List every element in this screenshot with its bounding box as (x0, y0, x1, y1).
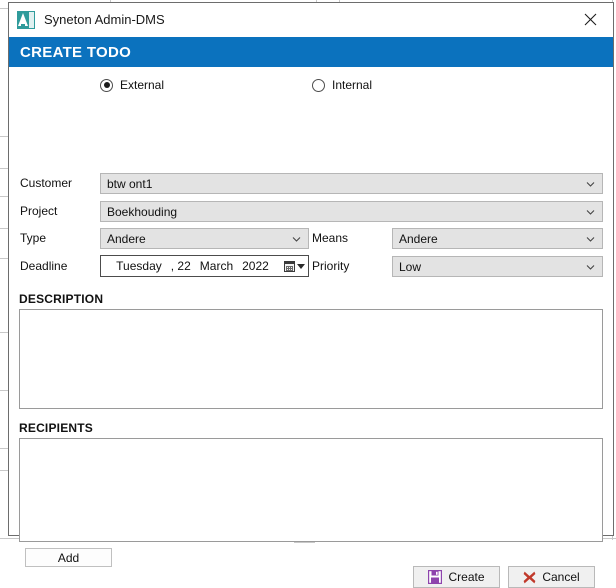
project-value: Boekhouding (107, 205, 177, 219)
add-recipient-button[interactable]: Add (25, 548, 112, 567)
close-icon[interactable] (568, 3, 613, 36)
chevron-down-icon (292, 234, 301, 243)
radio-external-indicator (100, 79, 113, 92)
customer-combobox[interactable]: btw ont1 (100, 173, 603, 194)
label-type: Type (20, 228, 46, 249)
save-floppy-icon (428, 570, 442, 584)
window-title: Syneton Admin-DMS (44, 3, 165, 37)
description-section-title: DESCRIPTION (19, 292, 103, 306)
calendar-icon (284, 261, 295, 272)
deadline-date-picker[interactable]: Tuesday , 22 March 2022 (100, 255, 309, 277)
customer-value: btw ont1 (107, 177, 152, 191)
label-priority: Priority (312, 256, 349, 277)
page-title: CREATE TODO (20, 44, 131, 61)
type-combobox[interactable]: Andere (100, 228, 309, 249)
recipients-listbox[interactable] (19, 438, 603, 542)
deadline-year: 2022 (242, 259, 269, 273)
priority-value: Low (399, 260, 421, 274)
deadline-month: March (200, 259, 233, 273)
dialog-header-band: CREATE TODO (9, 37, 613, 67)
cancel-button-label: Cancel (542, 570, 579, 584)
red-x-icon (523, 571, 536, 584)
radio-internal-indicator (312, 79, 325, 92)
project-combobox[interactable]: Boekhouding (100, 201, 603, 222)
deadline-weekday: Tuesday (116, 259, 162, 273)
cancel-button[interactable]: Cancel (508, 566, 595, 588)
scope-radio-row: External Internal (9, 78, 613, 100)
deadline-day: , 22 (171, 259, 191, 273)
calendar-dropdown-button[interactable] (280, 256, 308, 276)
add-button-label: Add (58, 551, 79, 565)
means-combobox[interactable]: Andere (392, 228, 603, 249)
caret-down-icon (297, 264, 305, 269)
radio-internal-label: Internal (332, 78, 372, 92)
type-value: Andere (107, 232, 146, 246)
label-means: Means (312, 228, 348, 249)
radio-external-label: External (120, 78, 164, 92)
priority-combobox[interactable]: Low (392, 256, 603, 277)
create-todo-dialog: Syneton Admin-DMS CREATE TODO External I… (8, 2, 614, 536)
radio-internal[interactable]: Internal (312, 78, 372, 92)
dialog-titlebar: Syneton Admin-DMS (9, 3, 613, 37)
chevron-down-icon (586, 179, 595, 188)
dialog-body: External Internal Customer btw ont1 Proj… (9, 67, 613, 535)
create-button-label: Create (448, 570, 484, 584)
radio-external[interactable]: External (100, 78, 164, 92)
label-project: Project (20, 201, 57, 222)
means-value: Andere (399, 232, 438, 246)
syneton-logo-icon (17, 11, 35, 29)
recipients-section-title: RECIPIENTS (19, 421, 93, 435)
chevron-down-icon (586, 262, 595, 271)
deadline-value: Tuesday , 22 March 2022 (101, 259, 280, 273)
label-deadline: Deadline (20, 256, 67, 277)
chevron-down-icon (586, 207, 595, 216)
chevron-down-icon (586, 234, 595, 243)
create-button[interactable]: Create (413, 566, 500, 588)
description-textarea[interactable] (19, 309, 603, 409)
label-customer: Customer (20, 173, 72, 194)
